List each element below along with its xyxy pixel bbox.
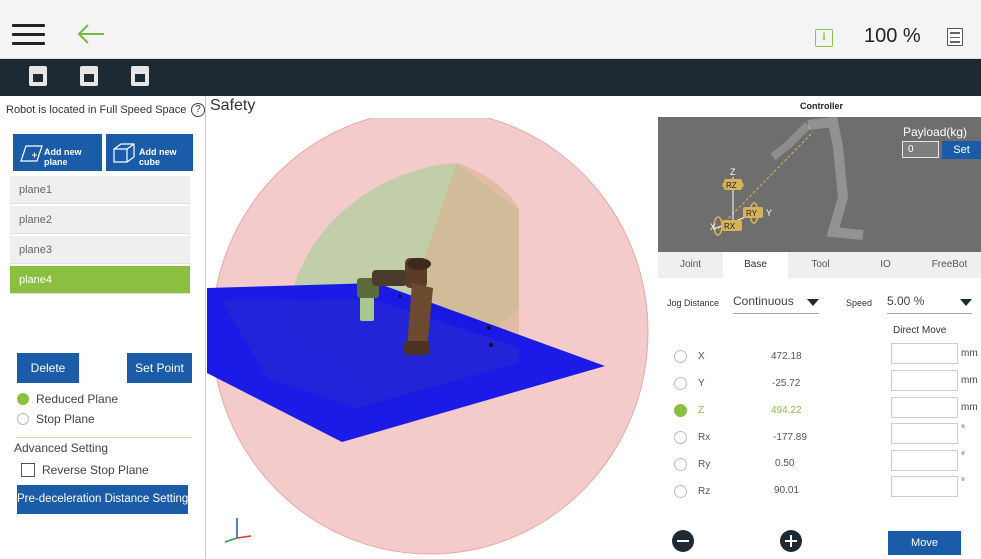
plane-item-2[interactable]: plane2 <box>10 206 190 234</box>
coord-rz-name: Rz <box>698 486 711 497</box>
svg-text:RZ: RZ <box>726 181 737 190</box>
controller-title: Controller <box>800 101 844 111</box>
payload-label: Payload(kg) <box>903 125 968 139</box>
space-status: Robot is located in Full Speed Space <box>6 104 187 116</box>
select-underline <box>887 313 972 314</box>
coord-rx-value: -177.89 <box>773 432 807 443</box>
coord-x-name: X <box>698 351 705 362</box>
new-project-icon[interactable] <box>29 66 47 86</box>
coord-rx-name: Rx <box>698 432 711 443</box>
direct-move-y-input[interactable] <box>891 370 958 391</box>
coord-y-value: -25.72 <box>772 378 801 389</box>
coord-ry-radio[interactable] <box>674 458 687 471</box>
help-icon[interactable]: ? <box>191 103 205 117</box>
jog-distance-label: Jog Distance <box>667 298 720 308</box>
plane-item-1[interactable]: plane1 <box>10 176 190 204</box>
select-underline <box>733 313 819 314</box>
pre-deceleration-button[interactable]: Pre-deceleration Distance Setting <box>17 485 188 514</box>
direct-move-x-input[interactable] <box>891 343 958 364</box>
plane-item-4[interactable]: plane4 <box>10 266 190 294</box>
caret-down-icon <box>960 299 972 306</box>
speed-label: Speed <box>846 298 873 308</box>
top-bar: i 100 % <box>0 0 981 59</box>
save-project-icon[interactable] <box>80 66 98 86</box>
tab-freebot[interactable]: FreeBot <box>918 252 981 278</box>
open-project-icon[interactable] <box>131 66 149 86</box>
plane-icon <box>20 145 43 162</box>
menu-icon[interactable] <box>12 24 45 46</box>
unit-rx: ° <box>961 424 965 435</box>
coord-z-value: 494.22 <box>771 405 802 416</box>
coord-rz-value: 90.01 <box>774 485 800 496</box>
svg-text:X: X <box>710 222 716 232</box>
cube-icon <box>113 143 135 163</box>
coord-z-name: Z <box>698 405 705 416</box>
move-button[interactable]: Move <box>888 531 961 555</box>
view-title: Safety <box>210 97 256 114</box>
tab-base[interactable]: Base <box>723 252 788 278</box>
direct-move-rx-input[interactable] <box>891 423 958 444</box>
jog-distance-select[interactable]: Continuous <box>733 294 819 312</box>
log-icon[interactable] <box>947 28 963 46</box>
direct-move-rz-input[interactable] <box>891 476 958 497</box>
speed-percent[interactable]: 100 % <box>864 25 921 48</box>
unit-rz: ° <box>961 477 965 488</box>
coord-x-value: 472.18 <box>771 351 802 362</box>
3d-viewport[interactable] <box>207 118 658 559</box>
set-point-button[interactable]: Set Point <box>127 353 192 383</box>
unit-z: mm <box>961 402 978 413</box>
unit-ry: ° <box>961 451 965 462</box>
direct-move-z-input[interactable] <box>891 397 958 418</box>
reduced-plane-option[interactable]: Reduced Plane <box>17 392 118 406</box>
svg-text:RX: RX <box>724 222 736 231</box>
add-plane-button[interactable]: Add new plane <box>13 134 102 171</box>
coord-y-name: Y <box>698 378 705 389</box>
advanced-setting-label: Advanced Setting <box>14 441 109 455</box>
divider <box>16 437 192 438</box>
checkbox-icon[interactable] <box>21 463 35 477</box>
reverse-stop-plane-option[interactable]: Reverse Stop Plane <box>21 463 149 477</box>
coord-y-radio[interactable] <box>674 377 687 390</box>
info-icon[interactable]: i <box>815 29 833 47</box>
coord-z-radio[interactable] <box>674 404 687 417</box>
caret-down-icon <box>807 299 819 306</box>
coord-rx-radio[interactable] <box>674 431 687 444</box>
back-arrow-icon[interactable] <box>76 22 106 46</box>
svg-text:Y: Y <box>766 208 772 218</box>
payload-set-button[interactable]: Set <box>942 141 981 159</box>
svg-text:Z: Z <box>730 167 736 177</box>
plane-item-3[interactable]: plane3 <box>10 236 190 264</box>
delete-button[interactable]: Delete <box>17 353 79 383</box>
radio-icon[interactable] <box>17 413 29 425</box>
svg-text:RY: RY <box>746 209 758 218</box>
coord-ry-value: 0.50 <box>775 458 795 469</box>
add-cube-button[interactable]: Add new cube <box>106 134 193 171</box>
tab-joint[interactable]: Joint <box>658 252 723 278</box>
direct-move-label: Direct Move <box>893 325 947 336</box>
coord-x-radio[interactable] <box>674 350 687 363</box>
coord-rz-radio[interactable] <box>674 485 687 498</box>
coord-ry-name: Ry <box>698 459 711 470</box>
minus-button[interactable] <box>672 530 694 552</box>
plus-button[interactable] <box>780 530 802 552</box>
tab-io[interactable]: IO <box>853 252 918 278</box>
tab-tool[interactable]: Tool <box>788 252 853 278</box>
direct-move-ry-input[interactable] <box>891 450 958 471</box>
unit-y: mm <box>961 375 978 386</box>
radio-selected-icon[interactable] <box>17 393 29 405</box>
stop-plane-option[interactable]: Stop Plane <box>17 412 95 426</box>
payload-input[interactable]: 0 <box>902 141 939 158</box>
speed-select[interactable]: 5.00 % <box>887 294 972 312</box>
unit-x: mm <box>961 348 978 359</box>
